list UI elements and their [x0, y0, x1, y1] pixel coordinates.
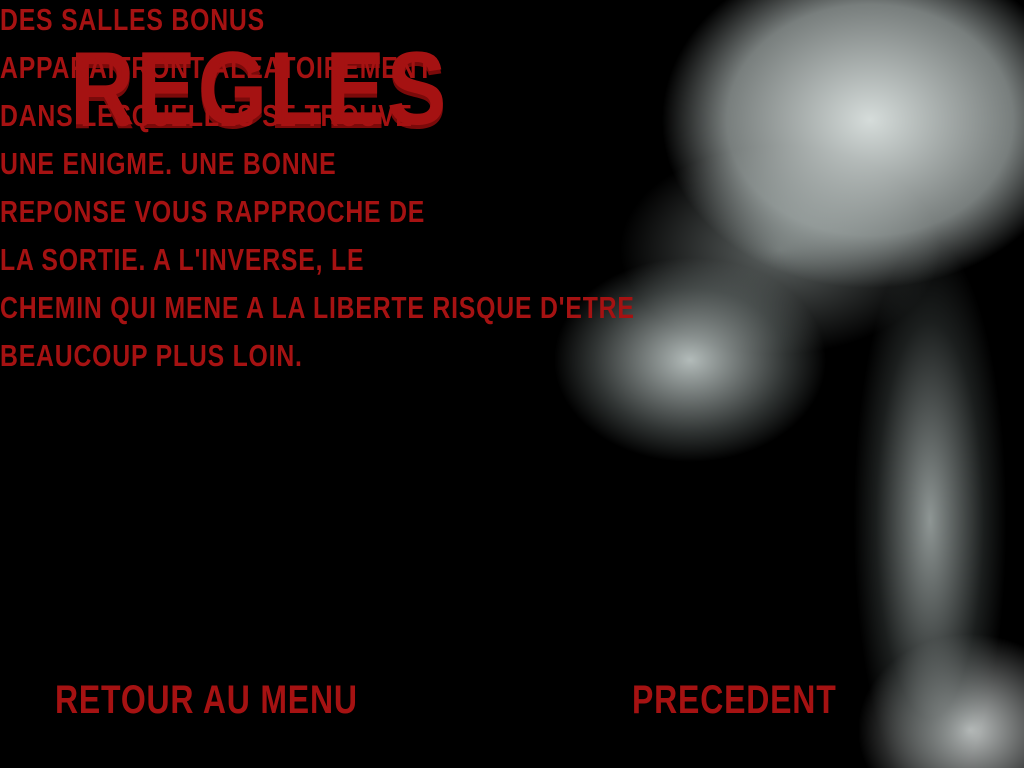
back-to-menu-button[interactable]: RETOUR AU MENU [55, 678, 358, 723]
rules-line: REPONSE VOUS RAPPROCHE DE [0, 194, 426, 229]
rules-line: UNE ENIGME. UNE BONNE [0, 146, 337, 181]
previous-button[interactable]: PRECEDENT [632, 678, 837, 723]
rules-line: CHEMIN QUI MENE A LA LIBERTE RISQUE D'ET… [0, 290, 635, 325]
rules-line: LA SORTIE. A L'INVERSE, LE [0, 242, 365, 277]
rules-line: DES SALLES BONUS [0, 2, 265, 37]
rules-line: DANS LESQUELLES SE TROUVE [0, 98, 413, 133]
rules-line: BEAUCOUP PLUS LOIN. [0, 338, 303, 373]
rules-line: APPARAITRONT ALEATOIREMENT [0, 50, 434, 85]
